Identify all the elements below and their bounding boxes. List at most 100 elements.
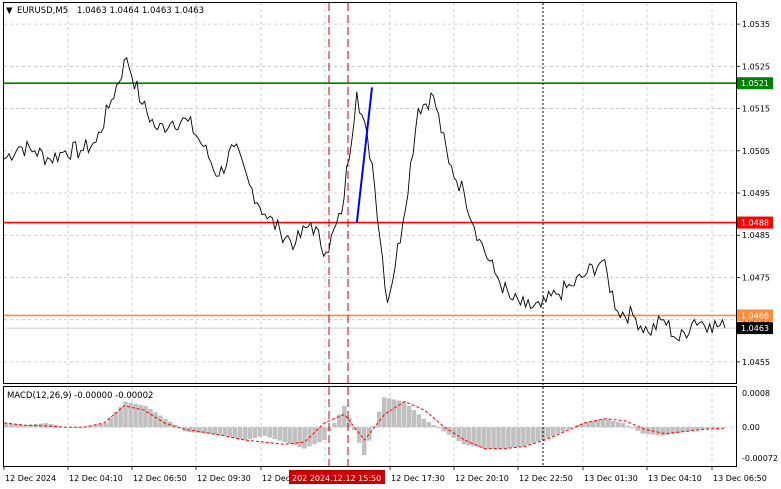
symbol-label: EURUSD,M5 [17, 6, 68, 16]
price-tick-label: 1.0535 [742, 20, 770, 29]
macd-bar [615, 421, 621, 428]
macd-bar [128, 402, 133, 428]
ohlc-readout: 1.0463 1.0464 1.0463 1.0463 [77, 6, 204, 16]
macd-bar [635, 427, 640, 431]
macd-bar [217, 427, 223, 436]
macd-bar [287, 427, 292, 444]
macd-bar [237, 427, 243, 439]
macd-tick-label: -0.00072 [742, 454, 778, 463]
macd-bar [710, 427, 715, 429]
macd-bar [715, 427, 720, 428]
time-tick-label: 12 Dec 2024 [5, 474, 56, 483]
macd-bar [277, 427, 282, 441]
level-tags: 1.0521 1.0488 1.0466 1.0463 [737, 77, 773, 335]
macd-bar [501, 427, 506, 449]
level-tag-label: 1.0488 [741, 219, 769, 228]
menu-arrow-icon[interactable]: ▼ [6, 6, 13, 16]
macd-bar [511, 427, 516, 448]
macd-axis[interactable]: 0.0008 0.00 -0.00072 [742, 389, 778, 463]
macd-bar [456, 427, 461, 442]
macd-bar [620, 422, 626, 428]
macd-bar [536, 427, 541, 442]
macd-bar [630, 427, 635, 429]
macd-bar [610, 420, 616, 428]
macd-bar [580, 422, 586, 428]
macd-bar [431, 425, 437, 428]
macd-bar [138, 404, 143, 428]
time-tick-label: 13 Dec 04:10 [648, 474, 702, 483]
macd-bar [332, 422, 337, 428]
macd-bar [705, 427, 710, 429]
macd-label: MACD(12,26,9) -0.00000 -0.00002 [7, 391, 153, 401]
macd-bar [247, 427, 253, 439]
macd-bar [416, 414, 422, 428]
macd-bar [521, 427, 526, 447]
macd-bar [401, 401, 407, 428]
macd-bar [242, 427, 248, 440]
time-tick-label: 12 Dec 20:10 [455, 474, 509, 483]
macd-bar [605, 419, 611, 428]
macd-bar [406, 405, 412, 428]
macd-bar [526, 427, 531, 445]
macd-bar [282, 427, 287, 443]
price-tick-label: 1.0525 [742, 62, 770, 71]
macd-bar [148, 409, 153, 428]
macd-bar [531, 427, 536, 444]
macd-bar [496, 427, 501, 449]
macd-bar [381, 397, 387, 428]
time-tick-label: 12 Dec 17:30 [391, 474, 445, 483]
macd-bar [362, 427, 367, 455]
macd-bar [252, 427, 258, 438]
macd-bar [302, 427, 307, 449]
time-tick-label: 12 Dec [262, 474, 290, 483]
time-highlight-label: 202 2024.12.12 15:50 [292, 474, 381, 483]
macd-bar [565, 427, 571, 430]
macd-bar [143, 405, 148, 428]
macd-bar [426, 421, 432, 428]
macd-bar [103, 422, 108, 428]
macd-bar [541, 427, 546, 440]
time-tick-label: 12 Dec 22:50 [519, 474, 573, 483]
macd-bar [461, 427, 466, 445]
macd-bar [272, 427, 277, 439]
price-tick-label: 1.0505 [742, 147, 770, 156]
macd-bar [516, 427, 521, 447]
macd-bar [227, 427, 233, 437]
macd-bar [600, 418, 606, 428]
macd-bar [625, 425, 631, 428]
macd-bar [357, 427, 362, 443]
macd-bar [297, 427, 302, 447]
price-tick-label: 1.0455 [742, 358, 770, 367]
price-tick-label: 1.0515 [742, 105, 770, 114]
macd-bar [222, 427, 228, 436]
macd-bar [436, 427, 442, 429]
macd-bar [506, 427, 511, 448]
macd-bar [655, 427, 660, 436]
macd-bar [232, 427, 238, 438]
macd-bar [257, 427, 263, 437]
macd-bar [491, 427, 496, 449]
price-tick-label: 1.0485 [742, 231, 770, 240]
trading-chart[interactable]: ▼ EURUSD,M5 1.0463 1.0464 1.0463 1.0463 … [0, 0, 781, 489]
macd-bar [367, 427, 372, 441]
macd-bar [312, 427, 317, 445]
macd-bar [98, 424, 103, 428]
macd-bar [560, 427, 566, 432]
macd-bar [43, 422, 49, 428]
macd-bar [133, 403, 138, 428]
macd-bar [158, 415, 163, 428]
macd-bar [153, 412, 158, 428]
level-tag-label: 1.0466 [741, 311, 769, 320]
time-tick-label: 12 Dec 06:50 [133, 474, 187, 483]
macd-bar [660, 427, 665, 436]
time-tick-label: 13 Dec 01:30 [584, 474, 638, 483]
time-axis[interactable]: 12 Dec 2024 12 Dec 04:10 12 Dec 06:50 12 De… [3, 466, 767, 483]
macd-bar [322, 427, 327, 440]
macd-bar [555, 427, 561, 434]
macd-bar [486, 427, 491, 449]
macd-bar [421, 418, 427, 428]
price-tick-label: 1.0495 [742, 189, 770, 198]
macd-bar [551, 427, 556, 436]
price-tick-label: 1.0475 [742, 273, 770, 282]
macd-bar [481, 427, 486, 449]
